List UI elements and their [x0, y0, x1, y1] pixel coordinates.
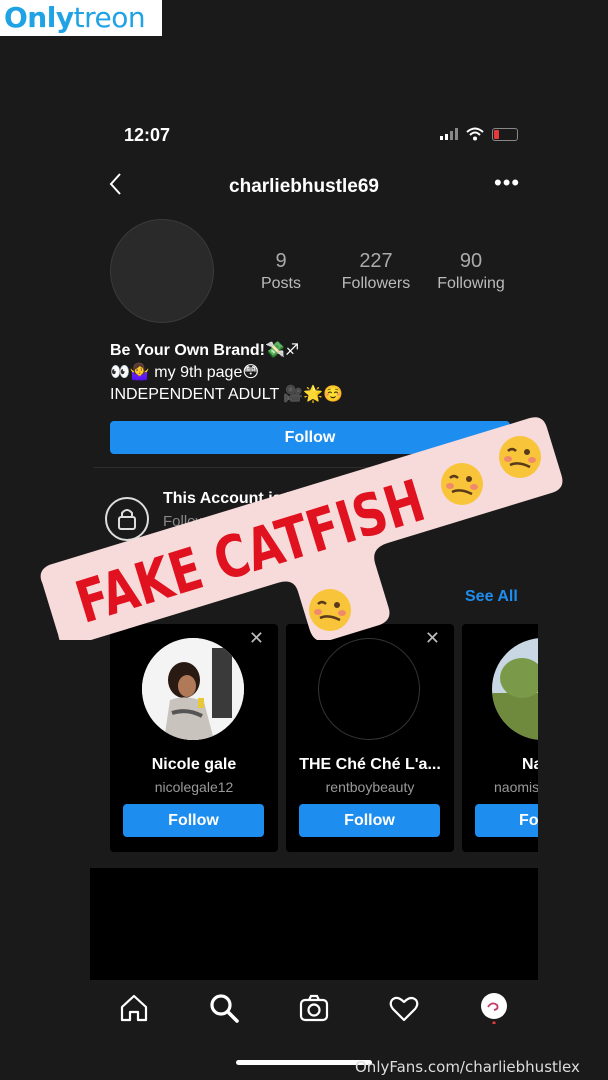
home-indicator[interactable]: [236, 1060, 372, 1065]
profile-bio: Be Your Own Brand!💸♐ 👀🤷‍♀️ my 9th page😳 …: [110, 340, 343, 406]
suggested-avatar[interactable]: [318, 638, 420, 740]
profile-tab-avatar[interactable]: [478, 992, 510, 1024]
suggested-avatar[interactable]: [142, 638, 244, 740]
following-count: 90: [459, 250, 483, 272]
camera-icon[interactable]: [298, 992, 330, 1024]
more-options-icon[interactable]: •••: [494, 170, 520, 196]
suggested-card[interactable]: Na naomis Fo: [462, 624, 538, 852]
suggested-avatar[interactable]: [492, 638, 538, 740]
woozy-face-emoji: [499, 436, 541, 478]
woozy-face-emoji: [309, 589, 351, 631]
suggested-handle: rentboybeauty: [325, 779, 415, 795]
suggested-follow-button[interactable]: Fo: [475, 804, 538, 837]
bio-line-3: INDEPENDENT ADULT 🎥🌟☺️: [110, 386, 344, 403]
heart-icon[interactable]: [388, 992, 420, 1024]
bottom-tab-bar: [90, 980, 538, 1036]
suggested-name: Na: [522, 756, 538, 773]
footer-watermark: OnlyFans.com/charliebhustlex: [355, 1058, 580, 1076]
posts-count: 9: [275, 250, 287, 272]
suggested-card[interactable]: ✕ THE Ché Ché L'a... rentboybeauty Follo…: [286, 624, 454, 852]
posts-area: [90, 868, 538, 980]
posts-stat[interactable]: 9 Posts: [236, 250, 326, 293]
following-label: Following: [437, 275, 505, 292]
bio-line-2: 👀🤷‍♀️ my 9th page😳: [110, 364, 260, 381]
followers-label: Followers: [341, 275, 411, 292]
bio-line-1: Be Your Own Brand!💸♐: [110, 342, 300, 359]
suggested-handle: nicolegale12: [154, 779, 234, 795]
followers-stat[interactable]: 227 Followers: [331, 250, 421, 293]
suggested-follow-button[interactable]: Follow: [123, 804, 264, 837]
following-stat[interactable]: 90 Following: [426, 250, 516, 293]
woozy-face-emoji: [441, 463, 483, 505]
signal-icon: [440, 128, 458, 140]
home-icon[interactable]: [118, 992, 150, 1024]
search-icon[interactable]: [208, 992, 240, 1024]
followers-count: 227: [359, 250, 393, 272]
logo-part-2: treon: [73, 1, 146, 34]
posts-label: Posts: [260, 275, 301, 292]
logo-part-1: Only: [4, 1, 74, 34]
suggested-name: THE Ché Ché L'a...: [299, 756, 441, 773]
suggested-handle: naomis: [494, 779, 538, 795]
status-time: 12:07: [124, 125, 171, 145]
suggested-follow-button[interactable]: Follow: [299, 804, 440, 837]
profile-avatar[interactable]: [110, 219, 214, 323]
suggested-name: Nicole gale: [151, 756, 237, 773]
suggested-card[interactable]: ✕ Nicole gale nicolegale12 Follow: [110, 624, 278, 852]
onlytreon-logo: Onlytreon: [0, 0, 162, 36]
battery-icon: [492, 127, 518, 141]
status-icons: [440, 127, 518, 141]
suggested-accounts: ✕ Nicole gale nicolegale12 Follow ✕ THE …: [110, 624, 538, 852]
wifi-icon: [466, 127, 484, 141]
